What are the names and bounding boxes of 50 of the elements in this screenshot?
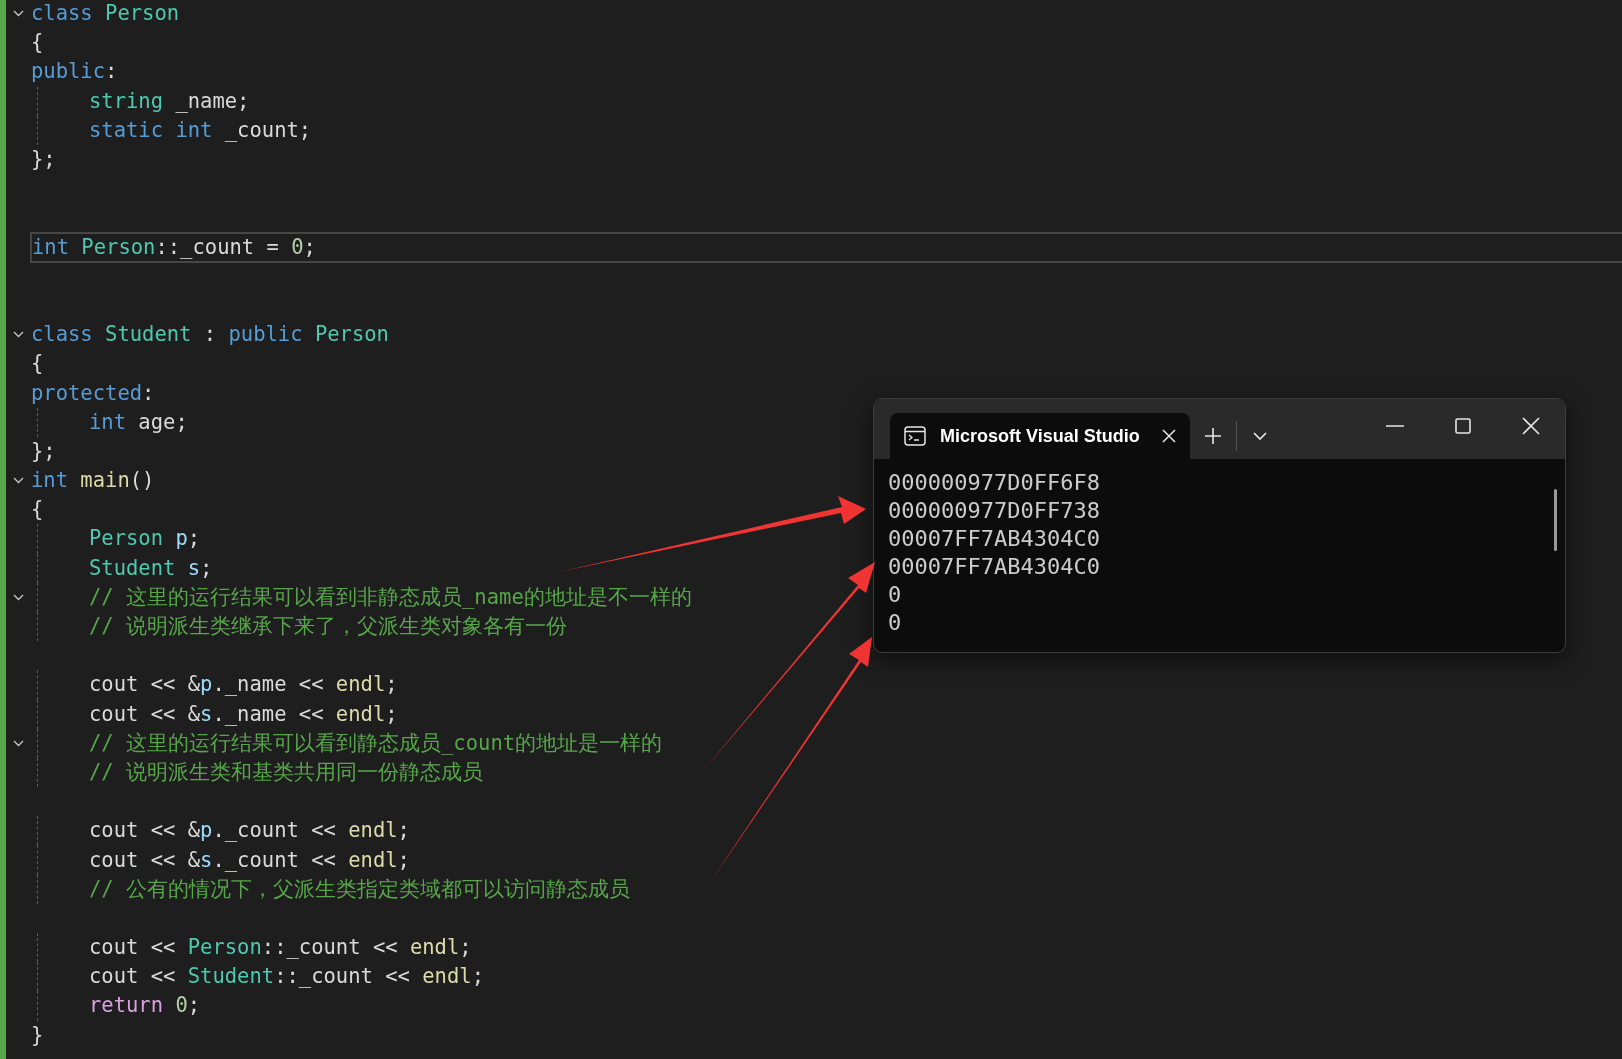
collapse-chevron-icon[interactable] (13, 10, 24, 18)
console-icon (904, 426, 926, 446)
console-output-line: 00007FF7AB4304C0 (888, 553, 1101, 581)
chevron-down-icon[interactable] (1253, 431, 1267, 441)
code-comment: // 说明派生类继承下来了，父派生类对象各有一份 (89, 613, 568, 641)
code-line: { (31, 29, 44, 57)
code-line: Person p; (89, 525, 201, 553)
code-line: cout << &p._count << endl; (89, 817, 410, 845)
code-line: } (31, 1021, 44, 1049)
console-output-line: 0 (888, 581, 903, 609)
close-icon[interactable] (1522, 417, 1540, 435)
code-line: { (31, 496, 44, 524)
code-line: cout << &p._name << endl; (89, 671, 398, 699)
plus-icon[interactable] (1204, 427, 1222, 445)
code-line: }; (31, 437, 56, 465)
code-line: class Person (31, 0, 180, 28)
code-line: int Person::_count = 0; (30, 231, 1622, 263)
maximize-icon[interactable] (1455, 418, 1471, 434)
code-line: return 0; (89, 992, 201, 1020)
code-line: class Student : public Person (31, 321, 389, 349)
console-output-line: 00007FF7AB4304C0 (888, 525, 1101, 553)
tab-title: Microsoft Visual Studio (940, 425, 1141, 447)
code-line: cout << Student::_count << endl; (89, 963, 484, 991)
code-comment: // 这里的运行结果可以看到非静态成员_name的地址是不一样的 (89, 583, 692, 611)
code-line: static int _count; (89, 116, 312, 144)
terminal-tab[interactable]: Microsoft Visual Studio (890, 413, 1190, 459)
code-comment: // 这里的运行结果可以看到静态成员_count的地址是一样的 (89, 729, 663, 757)
minimize-icon[interactable] (1386, 424, 1404, 428)
console-output-line: 0 (888, 609, 903, 637)
code-comment: // 说明派生类和基类共用同一份静态成员 (89, 758, 484, 786)
code-line: public: (31, 58, 118, 86)
code-line: protected: (31, 379, 155, 407)
collapse-chevron-icon[interactable] (13, 739, 24, 747)
code-line: cout << &s._name << endl; (89, 700, 398, 728)
console-output-line: 000000977D0FF738 (888, 497, 1101, 525)
tab-close-icon[interactable] (1162, 429, 1176, 443)
code-line: int main() (31, 467, 155, 495)
code-line: int age; (89, 408, 188, 436)
code-line: string _name; (89, 87, 250, 115)
collapse-chevron-icon[interactable] (13, 477, 24, 485)
code-line: { (31, 350, 44, 378)
scrollbar[interactable] (1554, 489, 1557, 551)
code-line: cout << &s._count << endl; (89, 846, 410, 874)
code-line: }; (31, 146, 56, 174)
collapse-chevron-icon[interactable] (13, 593, 24, 601)
collapse-chevron-icon[interactable] (13, 331, 24, 339)
code-line: Student s; (89, 554, 213, 582)
code-line: cout << Person::_count << endl; (89, 934, 472, 962)
console-output-line: 000000977D0FF6F8 (888, 469, 1101, 497)
code-comment: // 公有的情况下，父派生类指定类域都可以访问静态成员 (89, 875, 631, 903)
